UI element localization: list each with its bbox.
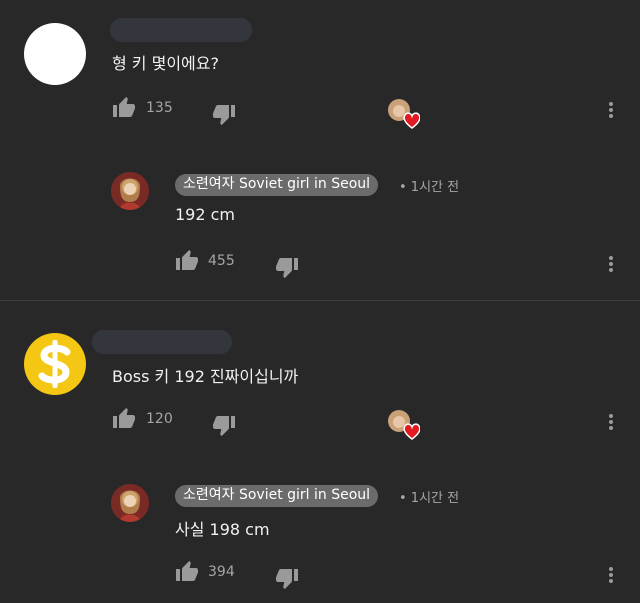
thumbs-down-icon[interactable] xyxy=(212,104,236,126)
thumbs-up-icon[interactable] xyxy=(175,560,199,582)
reply-author-avatar[interactable] xyxy=(111,484,149,522)
reply-author-chip[interactable]: 소련여자 Soviet girl in Seoul xyxy=(175,485,379,507)
comment-text: Boss 키 192 진짜이십니까 xyxy=(112,367,299,386)
creator-heart-icon xyxy=(386,409,421,440)
reply-timestamp: • 1시간 전 xyxy=(399,180,460,195)
creator-heart-icon xyxy=(386,98,421,129)
like-count: 135 xyxy=(146,100,173,116)
thumbs-up-icon[interactable] xyxy=(112,407,136,429)
more-vert-icon[interactable] xyxy=(609,565,613,585)
redacted-username xyxy=(92,330,232,354)
reply-author-avatar[interactable] xyxy=(111,172,149,210)
thumbs-down-icon[interactable] xyxy=(275,568,299,590)
commenter-avatar[interactable] xyxy=(24,23,86,85)
like-count: 394 xyxy=(208,564,235,580)
reply-text: 192 cm xyxy=(175,205,236,224)
comment-text: 형 키 몇이에요? xyxy=(112,54,219,73)
reply-text: 사실 198 cm xyxy=(175,520,270,539)
thread-divider xyxy=(0,300,640,301)
like-count: 120 xyxy=(146,411,173,427)
reply-author-chip[interactable]: 소련여자 Soviet girl in Seoul xyxy=(175,174,379,196)
more-vert-icon[interactable] xyxy=(609,254,613,274)
reply-timestamp: • 1시간 전 xyxy=(399,491,460,506)
redacted-username xyxy=(110,18,252,42)
thumbs-up-icon[interactable] xyxy=(175,249,199,271)
more-vert-icon[interactable] xyxy=(609,412,613,432)
more-vert-icon[interactable] xyxy=(609,100,613,120)
thumbs-up-icon[interactable] xyxy=(112,96,136,118)
thumbs-down-icon[interactable] xyxy=(212,415,236,437)
thumbs-down-icon[interactable] xyxy=(275,257,299,279)
commenter-avatar[interactable] xyxy=(24,333,86,395)
dollar-sign-icon xyxy=(38,340,71,388)
like-count: 455 xyxy=(208,253,235,269)
